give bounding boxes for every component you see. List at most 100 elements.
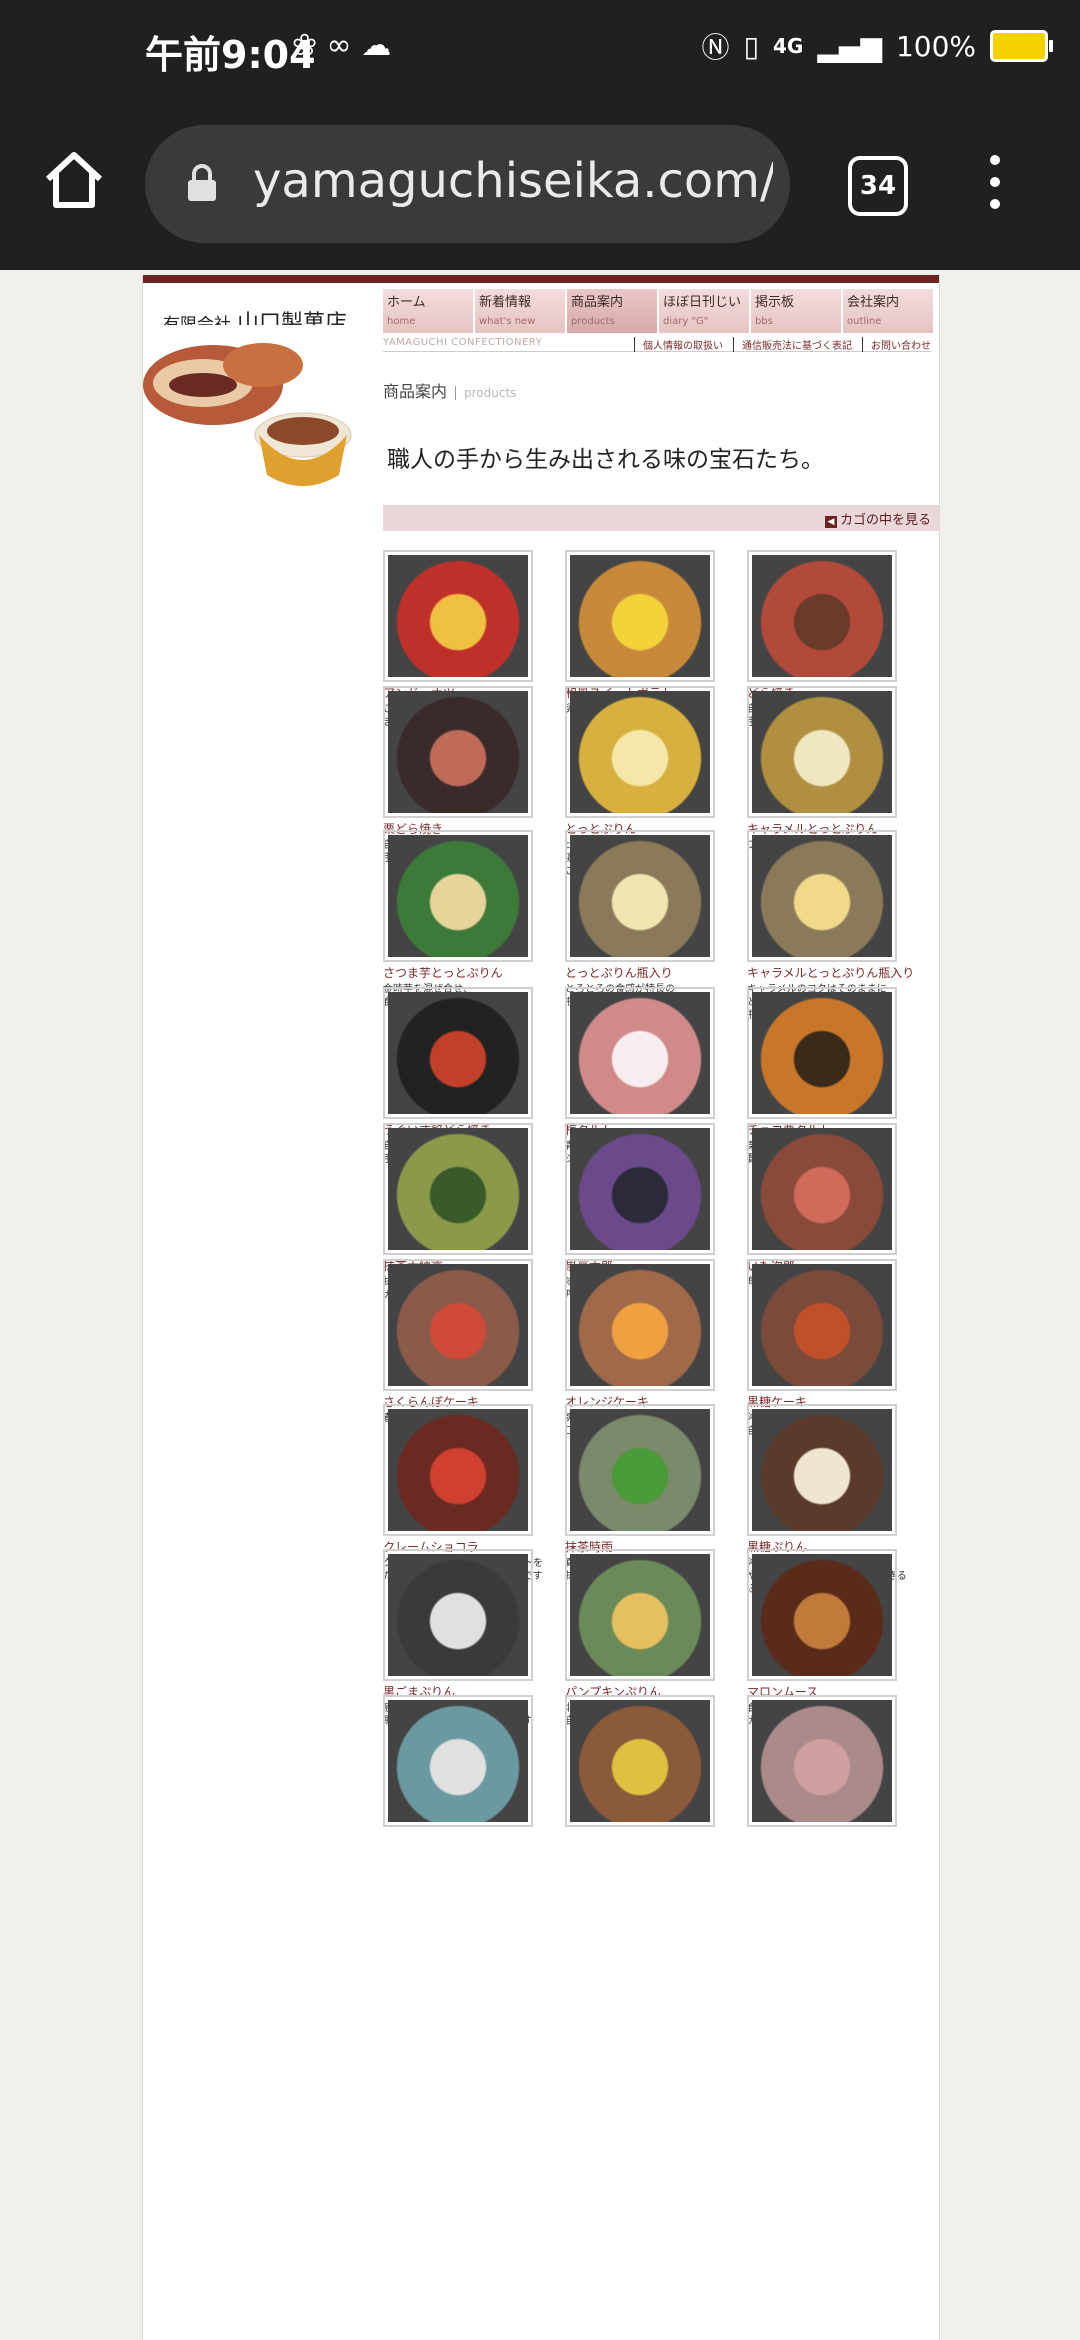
product-image[interactable] <box>747 686 897 818</box>
product-photo <box>752 1264 892 1386</box>
product-photo <box>388 1264 528 1386</box>
product-name[interactable]: さつま芋とっとぷりん <box>383 966 563 981</box>
product-image[interactable] <box>383 1549 533 1681</box>
product-image[interactable] <box>565 987 715 1119</box>
product-photo <box>388 691 528 813</box>
nav-bbs[interactable]: 掲示板 bbs <box>751 289 843 333</box>
product-photo <box>570 992 710 1114</box>
nav-label: ほぼ日刊じい <box>663 295 742 310</box>
privacy-link[interactable]: 個人情報の取扱い <box>634 337 723 352</box>
nav-diary[interactable]: ほぼ日刊じい diary "G" <box>659 289 751 333</box>
product-photo <box>752 555 892 677</box>
product-photo <box>752 835 892 957</box>
lock-icon <box>188 164 216 201</box>
product-image[interactable] <box>565 1404 715 1536</box>
product-image[interactable] <box>565 1695 715 1827</box>
product-photo <box>752 1128 892 1250</box>
product-card[interactable] <box>565 1695 745 1831</box>
vibrate-icon: ▯ <box>743 29 759 63</box>
tab-switcher-button[interactable]: 34 <box>848 156 908 216</box>
product-image[interactable] <box>383 686 533 818</box>
product-image[interactable] <box>383 1404 533 1536</box>
nav-products[interactable]: 商品案内 products <box>567 289 659 333</box>
product-photo <box>570 1264 710 1386</box>
product-image[interactable] <box>383 550 533 682</box>
overflow-menu-icon[interactable] <box>985 155 1005 215</box>
product-photo <box>570 1409 710 1531</box>
product-photo <box>570 1128 710 1250</box>
nav-label: 新着情報 <box>479 295 532 310</box>
product-photo <box>388 1409 528 1531</box>
product-image[interactable] <box>747 1549 897 1681</box>
status-right-icons: Ⓝ ▯ 4G ▂▄▆ 100% <box>701 26 1053 66</box>
product-photo <box>752 691 892 813</box>
product-image[interactable] <box>565 830 715 962</box>
product-image[interactable] <box>383 830 533 962</box>
product-image[interactable] <box>747 1259 897 1391</box>
nav-sublabel: products <box>571 316 615 327</box>
product-card[interactable] <box>383 1695 563 1831</box>
nav-sublabel: what's new <box>479 316 536 327</box>
product-card[interactable]: さつま芋とっとぷりん金時芋を混ぜ合せ、 食感を楽しめるぷりんです <box>383 830 563 1009</box>
nav-label: 掲示板 <box>755 295 795 310</box>
status-bar: 午前9:04 ❀ ∞ ☁ Ⓝ ▯ 4G ▂▄▆ 100% <box>0 0 1080 100</box>
nav-whats-new[interactable]: 新着情報 what's new <box>475 289 567 333</box>
nav-home[interactable]: ホーム home <box>383 289 475 333</box>
product-card[interactable]: さくらんぼケーキ春を呼ぶHappyスイーツ <box>383 1259 563 1425</box>
product-image[interactable] <box>747 1695 897 1827</box>
product-card[interactable] <box>747 1695 927 1831</box>
breadcrumb-ja: 商品案内 <box>383 382 448 401</box>
product-image[interactable] <box>565 686 715 818</box>
nav-sublabel: diary "G" <box>663 316 709 327</box>
notification-icons: ❀ ∞ ☁ <box>292 28 392 63</box>
product-image[interactable] <box>565 1123 715 1255</box>
product-image[interactable] <box>383 987 533 1119</box>
product-image[interactable] <box>383 1123 533 1255</box>
product-card[interactable]: とっとぷりん瓶入りとろとろの食感が特長の 瓶入りとっとぷりんが登場！ <box>565 830 745 1009</box>
product-photo <box>752 1700 892 1822</box>
product-photo <box>388 1554 528 1676</box>
breadcrumb-en: products <box>455 386 517 400</box>
view-cart-link[interactable]: ◀ カゴの中を見る <box>824 509 931 528</box>
arrow-left-icon: ◀ <box>824 516 837 528</box>
product-image[interactable] <box>747 1123 897 1255</box>
hero-sweets-image <box>143 325 383 495</box>
product-image[interactable] <box>383 1259 533 1391</box>
product-photo <box>570 1700 710 1822</box>
status-time: 午前9:04 <box>145 33 316 77</box>
top-accent-bar <box>143 275 939 283</box>
url-field[interactable]: yamaguchiseika.com/pr <box>145 125 790 243</box>
product-photo <box>752 1409 892 1531</box>
product-photo <box>570 835 710 957</box>
product-photo <box>388 555 528 677</box>
product-photo <box>570 691 710 813</box>
signal-icon: ▂▄▆ <box>817 29 882 63</box>
nav-label: 商品案内 <box>571 295 624 310</box>
network-label: 4G <box>772 34 804 58</box>
product-image[interactable] <box>565 1549 715 1681</box>
product-photo <box>388 992 528 1114</box>
product-photo <box>752 992 892 1114</box>
main-nav: ホーム home 新着情報 what's new 商品案内 products ほぼ日刊… <box>383 289 935 333</box>
battery-icon <box>990 30 1053 62</box>
product-photo <box>388 835 528 957</box>
product-photo <box>752 1554 892 1676</box>
product-name[interactable]: とっとぷりん瓶入り <box>565 966 745 981</box>
product-image[interactable] <box>747 1404 897 1536</box>
nav-sublabel: outline <box>847 316 882 327</box>
product-image[interactable] <box>747 987 897 1119</box>
nav-sublabel: home <box>387 316 416 327</box>
product-image[interactable] <box>747 550 897 682</box>
product-image[interactable] <box>565 1259 715 1391</box>
product-photo <box>570 555 710 677</box>
contact-link[interactable]: お問い合わせ <box>862 337 931 352</box>
product-image[interactable] <box>747 830 897 962</box>
nfc-icon: Ⓝ <box>701 31 730 64</box>
nav-label: ホーム <box>387 295 426 310</box>
product-image[interactable] <box>565 550 715 682</box>
home-icon[interactable] <box>40 145 108 213</box>
nav-outline[interactable]: 会社案内 outline <box>843 289 935 333</box>
product-image[interactable] <box>383 1695 533 1827</box>
product-name[interactable]: キャラメルとっとぷりん瓶入り <box>747 966 927 981</box>
legal-notice-link[interactable]: 通信販売法に基づく表記 <box>733 337 852 352</box>
